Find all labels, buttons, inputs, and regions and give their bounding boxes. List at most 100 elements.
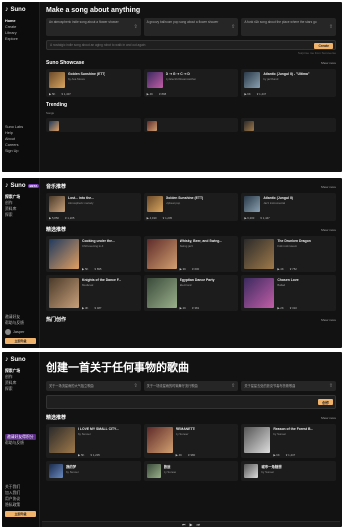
song-card[interactable]: Atlantic (Jungul II) - "Ultima" by jazzba…: [241, 69, 337, 97]
trending-tab-songs[interactable]: Songs: [46, 111, 336, 115]
surprise-note[interactable]: Surprise me from Sunoverse: [46, 51, 336, 55]
song-card[interactable]: [241, 118, 337, 132]
song-desc: Medieval: [82, 283, 94, 287]
like-count: ♥ 487: [94, 306, 102, 310]
arrow-up-icon: ⇧: [133, 383, 138, 389]
trending-row: [46, 118, 337, 132]
song-card[interactable]: Knights of the Dance F... Medieval ▶ 3K ♥ 4…: [46, 275, 141, 311]
song-card[interactable]: 旅途 by Sunoer: [143, 461, 239, 481]
song-title: Cooking under the...: [82, 239, 115, 243]
user-profile[interactable]: Jasper: [5, 329, 36, 335]
like-count: ♥ 1,407: [61, 92, 71, 96]
main-content: 创建一首关于任何事物的歌曲 关于一场流星雨的大气独立歌曲 ⇧ 关于一场流星雨的时髦…: [42, 352, 340, 527]
like-count: ♥ 1,447: [285, 453, 296, 457]
song-card[interactable]: Cooking under the... Chill evening lo-fi ▶…: [46, 236, 141, 272]
suggestion-card[interactable]: A funk r&b song about the place where th…: [241, 18, 337, 36]
cover-image: [49, 278, 79, 308]
song-desc: Folk rock tavern: [277, 244, 298, 248]
page-title: 创建一首关于任何事物的歌曲: [46, 362, 189, 374]
logo[interactable]: ♪ Suno: [5, 356, 36, 363]
song-desc: Upbeat pop: [165, 201, 181, 205]
show-more-link[interactable]: Show more: [321, 185, 336, 189]
song-title: Atlantic (Jungul II) - "Ultima": [263, 72, 310, 76]
play-count: ▶ 2K: [179, 306, 187, 310]
cover-image: [49, 196, 65, 212]
featured-row-1: I LOVE MY SMALL CITY... by Sunoer ▶ 5K ♥ 1,…: [46, 424, 337, 458]
cover-image: [49, 72, 65, 88]
show-more-link[interactable]: Show more: [321, 61, 336, 65]
upgrade-button[interactable]: 立即升级: [5, 338, 36, 344]
song-card[interactable]: Reason of the Forest B... by Sunoer ▶ 6K ♥ …: [241, 424, 337, 458]
sidebar: ♪ Suno Home Create Library Explore Suno L…: [2, 2, 40, 172]
player-bar: ⏮ ▶ ⏭: [42, 521, 340, 527]
play-icon[interactable]: ▶: [189, 522, 192, 527]
song-artist: by jazzband: [263, 77, 279, 81]
song-card[interactable]: Whisky, Beer, and Swing... Swing jazz ▶ 3K…: [143, 236, 239, 272]
logo[interactable]: ♪ Suno BETA: [5, 182, 40, 189]
song-card[interactable]: 我的梦 by Sunoer: [46, 461, 141, 481]
song-card[interactable]: Egyptian Dance Party Electronic ▶ 2K ♥ 381: [143, 275, 239, 311]
showcase-row: Golden Sunshine (ETT) by Ava Moore ▶ 5K ♥ …: [46, 69, 337, 97]
song-card[interactable]: The Drunken Dragon Folk rock tavern ▶ 4K ♥ …: [241, 236, 337, 272]
like-count: ♥ 980: [188, 453, 196, 457]
song-title: The Drunken Dragon: [277, 239, 311, 243]
nav-help[interactable]: 帮助与反馈: [5, 440, 36, 446]
play-count: ▶ 4K: [146, 92, 154, 96]
prompt-input[interactable]: A nostalgic indie song about an aging ro…: [46, 40, 336, 50]
song-title: Egyptian Dance Party: [179, 278, 215, 282]
nav-explore[interactable]: 探索: [5, 386, 36, 392]
arrow-up-icon: ⇧: [328, 24, 334, 30]
prompt-input[interactable]: 创作: [46, 395, 336, 409]
suggestion-card[interactable]: An atmospheric indie song about a flower…: [46, 18, 141, 36]
like-count: ♥ 1,205: [162, 216, 173, 220]
suggestion-card[interactable]: 关于一场流星雨的时髦舞厅流行歌曲 ⇧: [143, 381, 239, 391]
show-more-link[interactable]: Show more: [321, 228, 336, 232]
suggestion-card[interactable]: 关于星星去处的放克节奏布鲁斯歌曲 ⇧: [241, 381, 337, 391]
song-card[interactable]: Atlantic (Jungul II) Jazz instrumental ▶ 6…: [241, 193, 337, 221]
suggestion-card[interactable]: A groovy ballroom pop song about a flowe…: [143, 18, 239, 36]
song-card[interactable]: REMANETTI by Sunoer ▶ 4K ♥ 980: [143, 424, 239, 458]
create-button[interactable]: 创作: [318, 399, 333, 405]
suno-logo-icon: ♪: [5, 6, 9, 13]
sidebar: ♪ Suno 探索广场 创作 资料库 探索 邀请好友得积分 帮助与反馈 关于我们 …: [2, 352, 40, 527]
song-artist: by Sunoer: [273, 432, 287, 436]
song-desc: Ballad: [277, 283, 286, 287]
cover-image: [146, 121, 157, 131]
song-card[interactable]: D ⇢ G ⇢ C ⇢ Dby ElectricDreamcatcher ▶ 4…: [143, 69, 239, 97]
song-card[interactable]: Golden Sunshine (ETT) Upbeat pop ▶ 4,190 ♥ …: [143, 193, 239, 221]
play-count: ▶ 6K: [244, 92, 251, 96]
song-card[interactable]: Golden Sunshine (ETT) by Ava Moore ▶ 5K ♥ …: [46, 69, 141, 97]
nav-explore[interactable]: Explore: [5, 36, 36, 42]
upgrade-button[interactable]: 立即升级: [5, 511, 36, 517]
play-count: ▶ 5K: [82, 267, 89, 271]
nav-help[interactable]: 帮助与反馈: [5, 320, 36, 326]
beta-badge: BETA: [27, 183, 40, 188]
song-artist: by Sunoer: [78, 432, 91, 436]
song-card[interactable]: 城市一角随想 by Sunoer: [241, 461, 337, 481]
create-button[interactable]: Create: [314, 42, 333, 49]
song-title: Golden Sunshine (ETT): [68, 72, 106, 76]
logo[interactable]: ♪ Suno: [5, 6, 36, 13]
show-more-link[interactable]: Show more: [321, 416, 336, 420]
song-card[interactable]: [143, 118, 239, 132]
song-artist: by ElectricDreamcatcher: [165, 77, 197, 81]
cover-image: [146, 278, 177, 308]
main-content: Make a song about anything An atmospheri…: [42, 2, 340, 172]
nav-explore[interactable]: 探索: [5, 212, 36, 218]
previous-icon[interactable]: ⏮: [182, 522, 186, 527]
cover-image: [244, 72, 261, 88]
suggestion-card[interactable]: 关于一场流星雨的大气独立歌曲 ⇧: [46, 381, 141, 391]
nav-sign-up[interactable]: Sign Up: [5, 148, 36, 154]
song-card[interactable]: Chosen Love Ballad ▶ 2K ♥ 310: [241, 275, 337, 311]
sidebar: ♪ Suno BETA 探索广场 创作 资料库 探索 邀请好友 帮助与反馈 Jasp…: [2, 178, 40, 348]
song-card[interactable]: Lost... into the... Atmospheric melody ▶ 5…: [46, 193, 141, 221]
song-card[interactable]: I LOVE MY SMALL CITY... by Sunoer ▶ 5K ♥ 1,…: [46, 424, 141, 458]
next-icon[interactable]: ⏭: [197, 522, 201, 527]
nav-privacy[interactable]: 隐私政策: [5, 502, 36, 508]
song-title: Atlantic (Jungul II): [263, 196, 293, 200]
show-more-link[interactable]: Show more: [321, 318, 336, 322]
song-title: Knights of the Dance F...: [82, 278, 122, 282]
song-card[interactable]: [46, 118, 141, 132]
cover-image: [244, 427, 271, 453]
song-artist: by Sunoer: [66, 470, 79, 474]
